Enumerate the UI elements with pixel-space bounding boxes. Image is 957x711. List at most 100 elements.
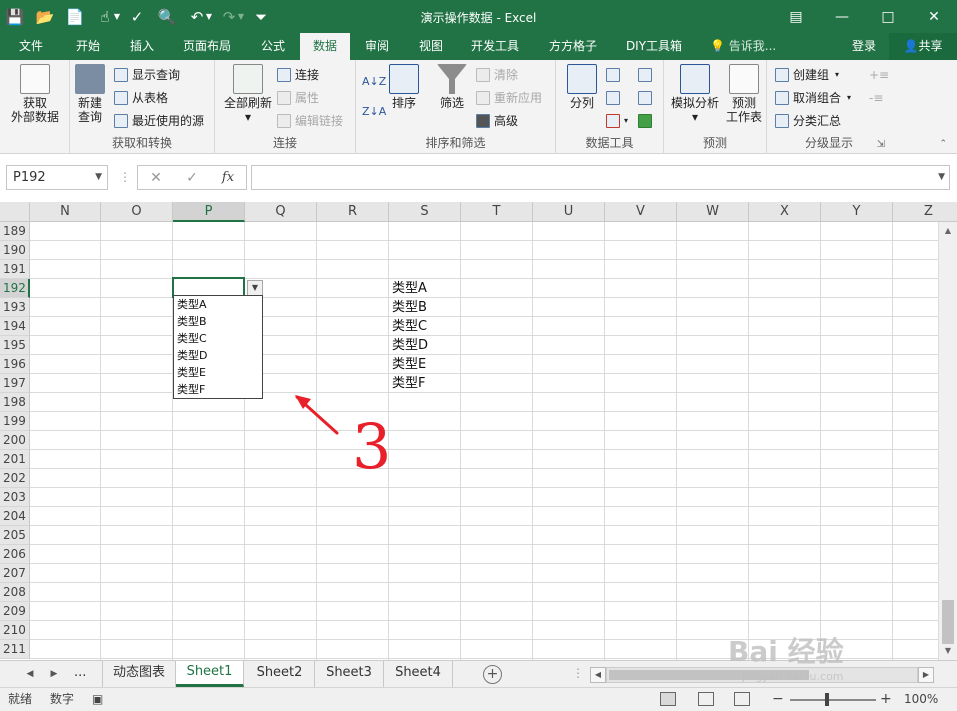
cell-s192[interactable]: 类型A <box>389 279 427 298</box>
row-header-205[interactable]: 205 <box>0 526 30 545</box>
tab-splitter[interactable]: ⋮ <box>572 666 584 680</box>
maximize-icon[interactable]: □ <box>865 0 911 33</box>
properties-button[interactable]: 属性 <box>277 88 319 108</box>
row-header-198[interactable]: 198 <box>0 393 30 412</box>
tab-file[interactable]: 文件 <box>8 33 54 60</box>
row-header-200[interactable]: 200 <box>0 431 30 450</box>
cell-s195[interactable]: 类型D <box>389 336 428 355</box>
print-preview-icon[interactable]: 🔍 <box>152 0 182 33</box>
expand-formula-icon[interactable]: ▼ <box>938 172 945 182</box>
row-header-192[interactable]: 192 <box>0 279 30 298</box>
dropdown-option[interactable]: 类型E <box>174 364 262 381</box>
collapse-ribbon-icon[interactable]: ⌃ <box>939 139 947 149</box>
relationships-button[interactable] <box>638 88 656 108</box>
row-header-202[interactable]: 202 <box>0 469 30 488</box>
select-all-corner[interactable] <box>0 202 30 222</box>
remove-duplicates-button[interactable] <box>606 88 624 108</box>
show-queries-button[interactable]: 显示查询 <box>114 65 180 85</box>
recent-sources-button[interactable]: 最近使用的源 <box>114 111 204 131</box>
dialog-launcher-icon[interactable]: ⇲ <box>877 139 885 150</box>
vertical-scrollbar[interactable]: ▲ ▼ <box>938 222 957 660</box>
next-sheet-icon[interactable]: ▶ <box>44 661 64 688</box>
advanced-filter-button[interactable]: 高级 <box>476 111 518 131</box>
new-query-button[interactable]: 新建 查询 <box>70 64 110 124</box>
sheet-tab-sheet4[interactable]: Sheet4 <box>384 661 453 687</box>
zoom-out-icon[interactable]: − <box>772 688 784 711</box>
share-button[interactable]: 👤共享 <box>889 33 957 60</box>
minimize-icon[interactable]: — <box>819 0 865 33</box>
row-header-211[interactable]: 211 <box>0 640 30 659</box>
cell-s196[interactable]: 类型E <box>389 355 426 374</box>
tab-developer[interactable]: 开发工具 <box>460 33 530 60</box>
new-file-icon[interactable]: 📄 <box>60 0 90 33</box>
column-header-z[interactable]: Z <box>893 202 957 222</box>
row-header-203[interactable]: 203 <box>0 488 30 507</box>
row-header-193[interactable]: 193 <box>0 298 30 317</box>
dropdown-option[interactable]: 类型B <box>174 313 262 330</box>
cell-s197[interactable]: 类型F <box>389 374 425 393</box>
scroll-thumb[interactable] <box>942 600 954 644</box>
normal-view-icon[interactable] <box>660 692 676 706</box>
clear-filter-button[interactable]: 清除 <box>476 65 518 85</box>
consolidate-button[interactable] <box>638 65 656 85</box>
column-header-n[interactable]: N <box>30 202 101 222</box>
subtotal-button[interactable]: 分类汇总 <box>775 111 841 131</box>
chevron-down-icon[interactable]: ▼ <box>95 166 102 189</box>
sheet-tab-sheet2[interactable]: Sheet2 <box>245 661 315 687</box>
group-button[interactable]: 创建组 ▾ <box>775 65 839 85</box>
manage-data-model-button[interactable] <box>638 111 656 131</box>
column-header-x[interactable]: X <box>749 202 821 222</box>
chevron-down-icon[interactable]: ▼ <box>204 0 214 33</box>
tell-me-box[interactable]: 💡 告诉我... <box>710 33 776 60</box>
page-break-view-icon[interactable] <box>734 692 750 706</box>
tab-data[interactable]: 数据 <box>300 33 350 60</box>
chevron-down-icon[interactable]: ▼ <box>112 0 122 33</box>
zoom-level[interactable]: 100% <box>904 688 938 711</box>
refresh-all-button[interactable]: 全部刷新 ▾ <box>219 64 277 124</box>
dropdown-option[interactable]: 类型D <box>174 347 262 364</box>
row-header-204[interactable]: 204 <box>0 507 30 526</box>
scroll-right-icon[interactable]: ▶ <box>918 667 934 683</box>
column-header-q[interactable]: Q <box>245 202 317 222</box>
row-header-189[interactable]: 189 <box>0 222 30 241</box>
ribbon-display-icon[interactable]: ▤ <box>773 0 819 33</box>
validation-dropdown-button[interactable]: ▼ <box>247 280 263 296</box>
tab-page-layout[interactable]: 页面布局 <box>172 33 242 60</box>
what-if-analysis-button[interactable]: 模拟分析 ▾ <box>668 64 722 124</box>
formula-bar-splitter[interactable]: ⋮ <box>119 170 131 184</box>
get-external-data-button[interactable]: 获取 外部数据 <box>4 64 66 124</box>
row-header-209[interactable]: 209 <box>0 602 30 621</box>
column-header-v[interactable]: V <box>605 202 677 222</box>
column-header-r[interactable]: R <box>317 202 389 222</box>
row-header-197[interactable]: 197 <box>0 374 30 393</box>
page-layout-view-icon[interactable] <box>698 692 714 706</box>
hide-detail-button[interactable]: -≡ <box>869 88 883 108</box>
scroll-up-icon[interactable]: ▲ <box>939 222 957 240</box>
dropdown-option[interactable]: 类型A <box>174 296 262 313</box>
more-sheets-button[interactable]: ... <box>74 661 86 688</box>
column-header-t[interactable]: T <box>461 202 533 222</box>
name-box[interactable]: P192 ▼ <box>6 165 108 190</box>
tab-insert[interactable]: 插入 <box>118 33 166 60</box>
prev-sheet-icon[interactable]: ◀ <box>20 661 40 688</box>
row-header-206[interactable]: 206 <box>0 545 30 564</box>
sort-az-button[interactable]: A↓Z <box>362 72 386 92</box>
tab-formulas[interactable]: 公式 <box>250 33 296 60</box>
row-header-194[interactable]: 194 <box>0 317 30 336</box>
spelling-icon[interactable]: ✓ <box>122 0 152 33</box>
tab-fangfang[interactable]: 方方格子 <box>538 33 608 60</box>
reapply-button[interactable]: 重新应用 <box>476 88 542 108</box>
zoom-slider[interactable] <box>790 699 876 701</box>
tab-view[interactable]: 视图 <box>408 33 454 60</box>
row-header-195[interactable]: 195 <box>0 336 30 355</box>
sheet-tab-sheet1[interactable]: Sheet1 <box>176 661 244 687</box>
add-sheet-icon[interactable]: + <box>483 665 502 684</box>
cell-s193[interactable]: 类型B <box>389 298 427 317</box>
close-icon[interactable]: ✕ <box>911 0 957 33</box>
macro-record-icon[interactable]: ▣ <box>92 688 103 711</box>
column-header-o[interactable]: O <box>101 202 173 222</box>
zoom-in-icon[interactable]: + <box>880 688 892 711</box>
insert-function-icon[interactable]: fx <box>210 170 246 185</box>
open-icon[interactable]: 📂 <box>30 0 60 33</box>
sort-button[interactable]: 排序 <box>386 64 422 110</box>
